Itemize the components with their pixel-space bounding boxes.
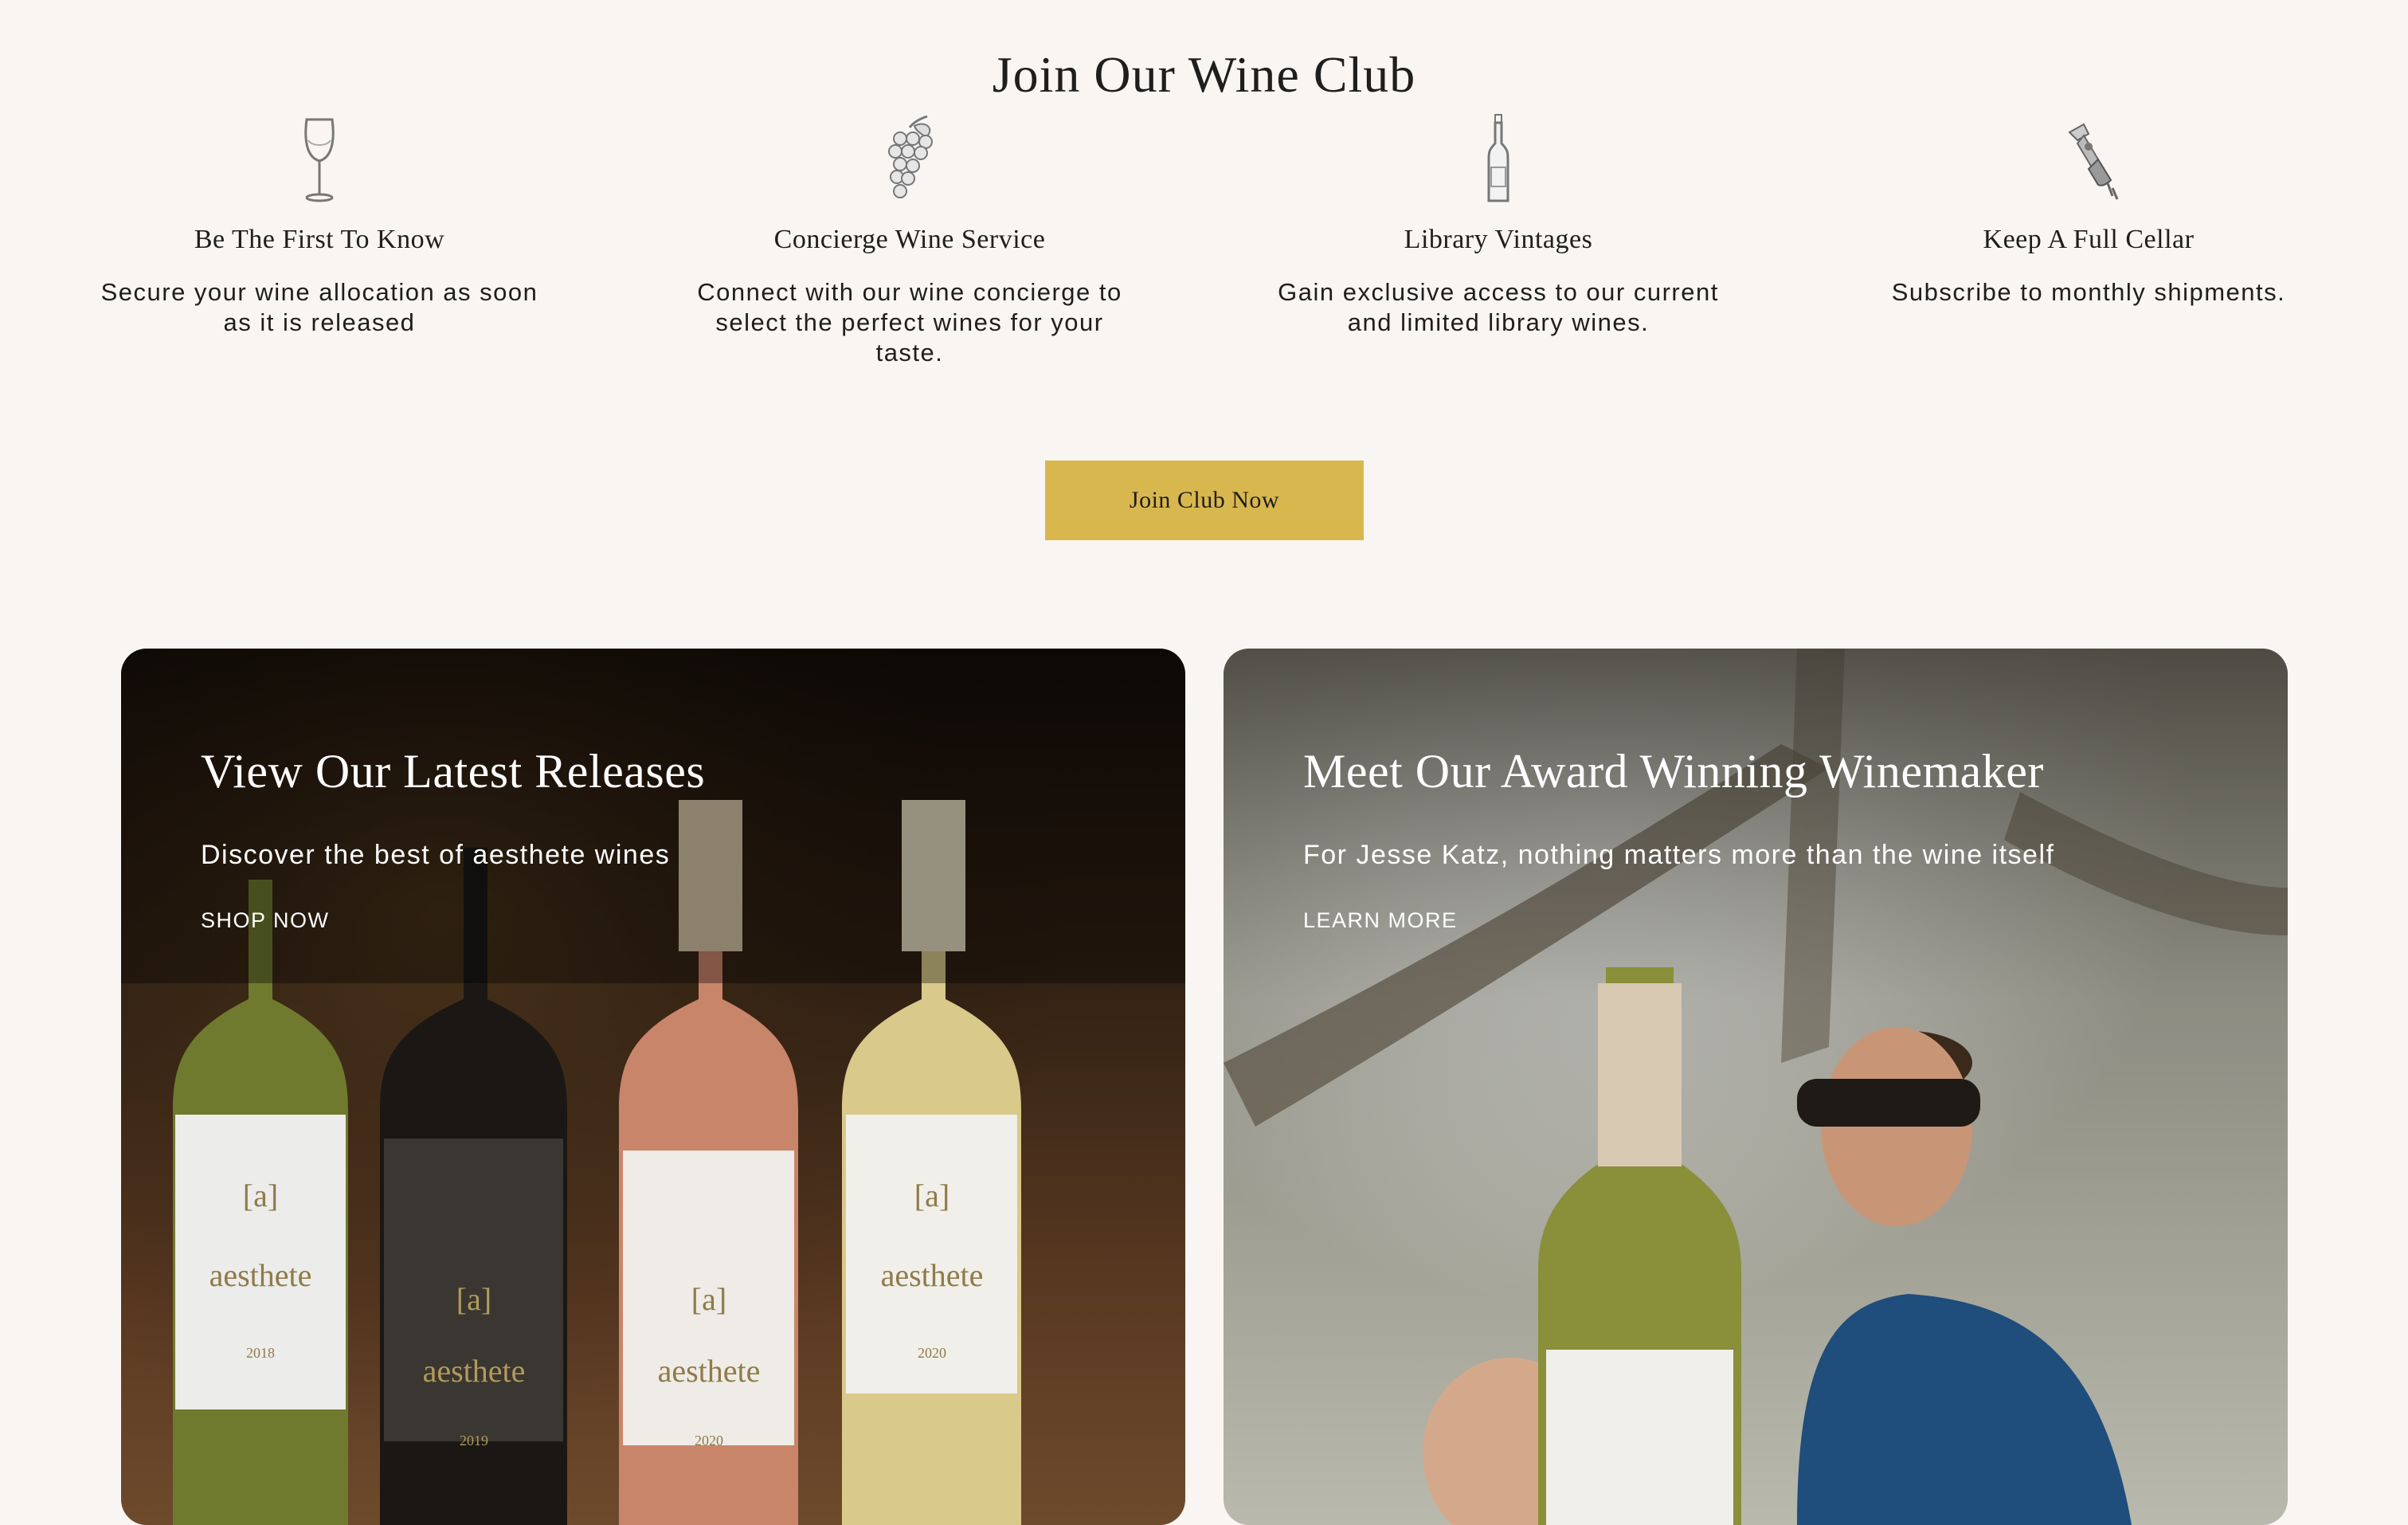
feature-description: Subscribe to monthly shipments. [1891, 278, 2286, 306]
card-subtitle: Discover the best of aesthete wines [201, 840, 671, 870]
wine-bottle-icon [1487, 114, 1509, 202]
feature-first-to-know: Be The First To Know Secure your wine al… [96, 112, 542, 338]
join-club-button[interactable]: Join Club Now [1045, 461, 1364, 540]
bottle-label-brand: aesthete [209, 1257, 312, 1293]
bottle-label-mark: [a] [914, 1178, 949, 1213]
feature-description: Connect with our wine concierge to selec… [697, 278, 1122, 367]
bottle-label-brand: aesthete [658, 1353, 761, 1389]
feature-description: Gain exclusive access to our current and… [1278, 278, 1719, 336]
card-subtitle: For Jesse Katz, nothing matters more tha… [1303, 840, 2055, 870]
feature-concierge: Concierge Wine Service Connect with our … [687, 112, 1133, 368]
feature-title: Library Vintages [1404, 225, 1593, 254]
bottle-label-mark: [a] [691, 1281, 726, 1317]
shop-now-link[interactable]: SHOP NOW [201, 908, 330, 933]
latest-releases-card[interactable]: [a] aesthete 2018 [a] aesthete 2019 [a] … [121, 649, 1185, 1525]
bottle-label-vintage: 2019 [460, 1433, 488, 1449]
winemaker-card[interactable]: Meet Our Award Winning Winemaker For Jes… [1224, 649, 2288, 1525]
feature-title: Be The First To Know [194, 225, 445, 254]
card-title: Meet Our Award Winning Winemaker [1303, 745, 2044, 798]
grapes-icon [888, 115, 933, 198]
bottle-label-vintage: 2020 [695, 1433, 723, 1449]
corkscrew-icon [2068, 123, 2119, 200]
feature-full-cellar: Keep A Full Cellar Subscribe to monthly … [1866, 112, 2312, 308]
bottle-label-brand: aesthete [423, 1353, 526, 1389]
bottle-label-mark: [a] [243, 1178, 278, 1213]
learn-more-link[interactable]: LEARN MORE [1303, 908, 1458, 933]
bottle-label-vintage: 2020 [918, 1345, 946, 1361]
feature-library-vintages: Library Vintages Gain exclusive access t… [1275, 112, 1721, 338]
wine-club-title: Join Our Wine Club [992, 45, 1416, 103]
feature-description: Secure your wine allocation as soon as i… [100, 278, 538, 336]
wine-glass-icon [304, 118, 335, 202]
feature-title: Concierge Wine Service [773, 225, 1046, 254]
card-title: View Our Latest Releases [201, 745, 706, 798]
bottle-label-brand: aesthete [881, 1257, 984, 1293]
feature-title: Keep A Full Cellar [1983, 225, 2195, 254]
bottle-label-mark: [a] [456, 1281, 491, 1317]
bottle-label-vintage: 2018 [246, 1345, 275, 1361]
